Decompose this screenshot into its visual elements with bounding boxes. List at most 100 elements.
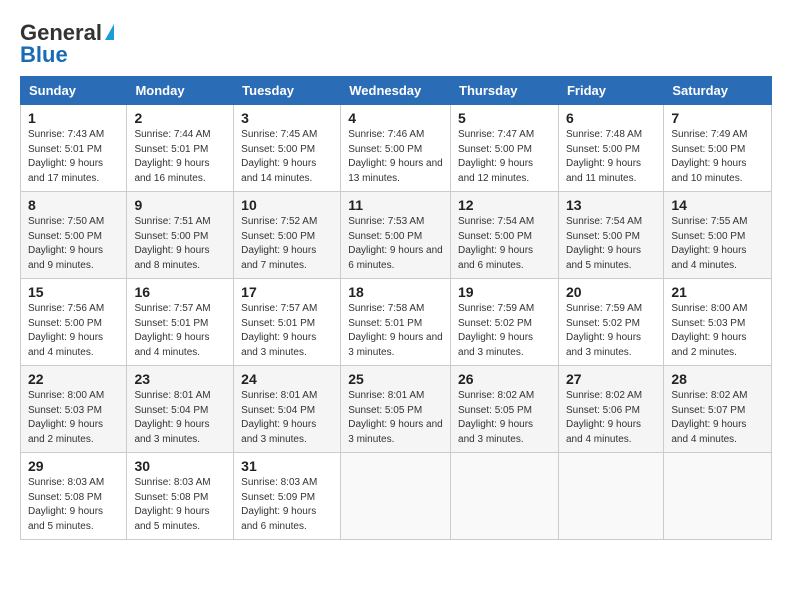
calendar-cell: 10 Sunrise: 7:52 AM Sunset: 5:00 PM Dayl… [234,192,341,279]
day-info: Sunrise: 7:49 AM Sunset: 5:00 PM Dayligh… [671,128,764,186]
day-number: 19 [458,284,551,300]
calendar-cell [341,453,451,540]
calendar-cell: 26 Sunrise: 8:02 AM Sunset: 5:05 PM Dayl… [451,366,559,453]
day-number: 11 [348,197,443,213]
calendar-cell: 23 Sunrise: 8:01 AM Sunset: 5:04 PM Dayl… [127,366,234,453]
day-info: Sunrise: 8:02 AM Sunset: 5:06 PM Dayligh… [566,389,656,447]
day-info: Sunrise: 7:57 AM Sunset: 5:01 PM Dayligh… [134,302,226,360]
column-header-tuesday: Tuesday [234,77,341,105]
logo-blue: Blue [20,42,68,68]
day-number: 26 [458,371,551,387]
calendar-week-row: 15 Sunrise: 7:56 AM Sunset: 5:00 PM Dayl… [21,279,772,366]
calendar-cell: 22 Sunrise: 8:00 AM Sunset: 5:03 PM Dayl… [21,366,127,453]
day-info: Sunrise: 7:43 AM Sunset: 5:01 PM Dayligh… [28,128,119,186]
day-info: Sunrise: 7:44 AM Sunset: 5:01 PM Dayligh… [134,128,226,186]
header: General Blue [20,16,772,68]
day-info: Sunrise: 8:00 AM Sunset: 5:03 PM Dayligh… [671,302,764,360]
calendar-week-row: 1 Sunrise: 7:43 AM Sunset: 5:01 PM Dayli… [21,105,772,192]
day-number: 31 [241,458,333,474]
day-number: 22 [28,371,119,387]
day-info: Sunrise: 7:54 AM Sunset: 5:00 PM Dayligh… [458,215,551,273]
day-number: 20 [566,284,656,300]
calendar-header-row: SundayMondayTuesdayWednesdayThursdayFrid… [21,77,772,105]
calendar-week-row: 22 Sunrise: 8:00 AM Sunset: 5:03 PM Dayl… [21,366,772,453]
calendar-cell: 17 Sunrise: 7:57 AM Sunset: 5:01 PM Dayl… [234,279,341,366]
calendar-cell: 14 Sunrise: 7:55 AM Sunset: 5:00 PM Dayl… [664,192,772,279]
day-info: Sunrise: 7:58 AM Sunset: 5:01 PM Dayligh… [348,302,443,360]
day-info: Sunrise: 7:48 AM Sunset: 5:00 PM Dayligh… [566,128,656,186]
day-info: Sunrise: 7:52 AM Sunset: 5:00 PM Dayligh… [241,215,333,273]
day-info: Sunrise: 8:01 AM Sunset: 5:04 PM Dayligh… [241,389,333,447]
day-info: Sunrise: 7:47 AM Sunset: 5:00 PM Dayligh… [458,128,551,186]
day-info: Sunrise: 8:02 AM Sunset: 5:07 PM Dayligh… [671,389,764,447]
day-info: Sunrise: 8:03 AM Sunset: 5:08 PM Dayligh… [28,476,119,534]
day-number: 2 [134,110,226,126]
calendar-cell [451,453,559,540]
calendar-cell: 20 Sunrise: 7:59 AM Sunset: 5:02 PM Dayl… [558,279,663,366]
column-header-thursday: Thursday [451,77,559,105]
column-header-sunday: Sunday [21,77,127,105]
day-number: 29 [28,458,119,474]
day-info: Sunrise: 7:56 AM Sunset: 5:00 PM Dayligh… [28,302,119,360]
calendar-cell: 6 Sunrise: 7:48 AM Sunset: 5:00 PM Dayli… [558,105,663,192]
calendar-cell: 16 Sunrise: 7:57 AM Sunset: 5:01 PM Dayl… [127,279,234,366]
day-number: 27 [566,371,656,387]
calendar-cell: 25 Sunrise: 8:01 AM Sunset: 5:05 PM Dayl… [341,366,451,453]
column-header-friday: Friday [558,77,663,105]
day-number: 10 [241,197,333,213]
day-info: Sunrise: 8:03 AM Sunset: 5:09 PM Dayligh… [241,476,333,534]
day-info: Sunrise: 7:57 AM Sunset: 5:01 PM Dayligh… [241,302,333,360]
calendar-week-row: 29 Sunrise: 8:03 AM Sunset: 5:08 PM Dayl… [21,453,772,540]
calendar-cell: 28 Sunrise: 8:02 AM Sunset: 5:07 PM Dayl… [664,366,772,453]
calendar-cell: 5 Sunrise: 7:47 AM Sunset: 5:00 PM Dayli… [451,105,559,192]
day-number: 25 [348,371,443,387]
calendar-cell: 29 Sunrise: 8:03 AM Sunset: 5:08 PM Dayl… [21,453,127,540]
calendar-cell: 21 Sunrise: 8:00 AM Sunset: 5:03 PM Dayl… [664,279,772,366]
day-info: Sunrise: 8:00 AM Sunset: 5:03 PM Dayligh… [28,389,119,447]
calendar-cell: 18 Sunrise: 7:58 AM Sunset: 5:01 PM Dayl… [341,279,451,366]
day-info: Sunrise: 7:50 AM Sunset: 5:00 PM Dayligh… [28,215,119,273]
calendar-cell: 7 Sunrise: 7:49 AM Sunset: 5:00 PM Dayli… [664,105,772,192]
day-number: 13 [566,197,656,213]
day-number: 4 [348,110,443,126]
calendar-cell: 12 Sunrise: 7:54 AM Sunset: 5:00 PM Dayl… [451,192,559,279]
day-number: 14 [671,197,764,213]
day-info: Sunrise: 7:51 AM Sunset: 5:00 PM Dayligh… [134,215,226,273]
calendar-table: SundayMondayTuesdayWednesdayThursdayFrid… [20,76,772,540]
calendar-cell: 31 Sunrise: 8:03 AM Sunset: 5:09 PM Dayl… [234,453,341,540]
day-number: 24 [241,371,333,387]
column-header-monday: Monday [127,77,234,105]
column-header-wednesday: Wednesday [341,77,451,105]
day-info: Sunrise: 7:59 AM Sunset: 5:02 PM Dayligh… [458,302,551,360]
calendar-cell: 3 Sunrise: 7:45 AM Sunset: 5:00 PM Dayli… [234,105,341,192]
calendar-cell: 24 Sunrise: 8:01 AM Sunset: 5:04 PM Dayl… [234,366,341,453]
calendar-cell [664,453,772,540]
day-info: Sunrise: 7:46 AM Sunset: 5:00 PM Dayligh… [348,128,443,186]
day-info: Sunrise: 8:03 AM Sunset: 5:08 PM Dayligh… [134,476,226,534]
day-number: 12 [458,197,551,213]
calendar-cell: 27 Sunrise: 8:02 AM Sunset: 5:06 PM Dayl… [558,366,663,453]
day-number: 7 [671,110,764,126]
day-info: Sunrise: 7:45 AM Sunset: 5:00 PM Dayligh… [241,128,333,186]
day-number: 6 [566,110,656,126]
day-number: 21 [671,284,764,300]
day-number: 28 [671,371,764,387]
day-number: 1 [28,110,119,126]
day-info: Sunrise: 7:53 AM Sunset: 5:00 PM Dayligh… [348,215,443,273]
calendar-cell [558,453,663,540]
day-number: 9 [134,197,226,213]
day-info: Sunrise: 7:59 AM Sunset: 5:02 PM Dayligh… [566,302,656,360]
day-number: 18 [348,284,443,300]
calendar-cell: 19 Sunrise: 7:59 AM Sunset: 5:02 PM Dayl… [451,279,559,366]
calendar-cell: 11 Sunrise: 7:53 AM Sunset: 5:00 PM Dayl… [341,192,451,279]
logo: General Blue [20,20,114,68]
day-number: 30 [134,458,226,474]
logo-triangle-icon [105,24,114,40]
day-info: Sunrise: 7:54 AM Sunset: 5:00 PM Dayligh… [566,215,656,273]
day-info: Sunrise: 8:02 AM Sunset: 5:05 PM Dayligh… [458,389,551,447]
calendar-cell: 15 Sunrise: 7:56 AM Sunset: 5:00 PM Dayl… [21,279,127,366]
day-info: Sunrise: 7:55 AM Sunset: 5:00 PM Dayligh… [671,215,764,273]
day-info: Sunrise: 8:01 AM Sunset: 5:04 PM Dayligh… [134,389,226,447]
day-info: Sunrise: 8:01 AM Sunset: 5:05 PM Dayligh… [348,389,443,447]
day-number: 17 [241,284,333,300]
